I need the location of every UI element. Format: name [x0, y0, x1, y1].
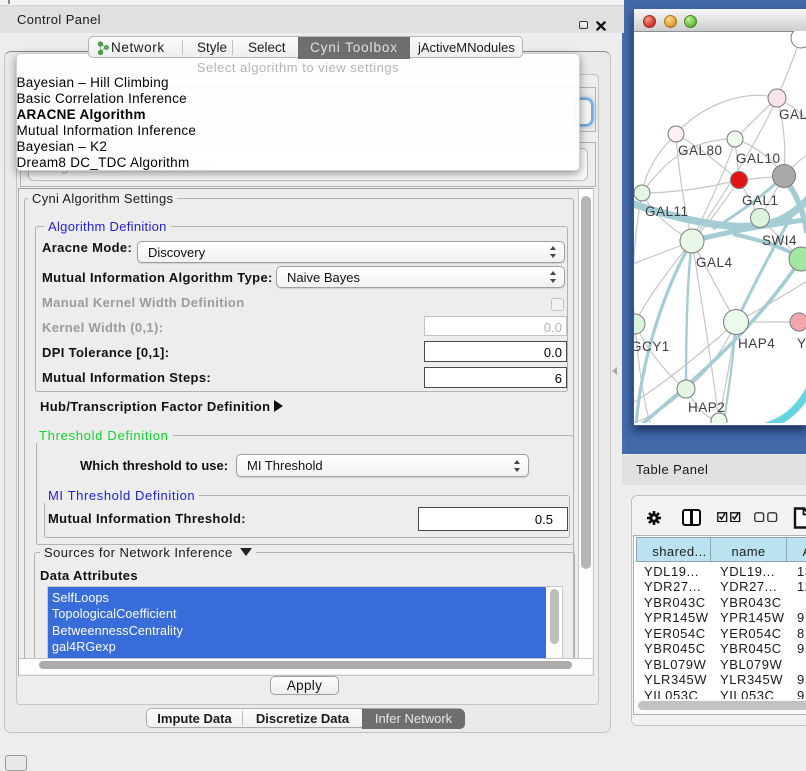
svg-text:SWI4: SWI4 — [762, 233, 797, 248]
svg-text:GAL11: GAL11 — [645, 204, 689, 219]
svg-text:Y: Y — [797, 336, 806, 351]
svg-text:HAP4: HAP4 — [738, 336, 775, 351]
svg-text:GAL4: GAL4 — [696, 255, 733, 270]
svg-text:GAL1: GAL1 — [742, 193, 779, 208]
svg-text:GAL10: GAL10 — [736, 151, 781, 166]
svg-text:HAP2: HAP2 — [688, 400, 725, 415]
svg-text:GAL7: GAL7 — [779, 107, 806, 122]
svg-text:GCY1: GCY1 — [634, 339, 669, 354]
svg-text:GAL80: GAL80 — [678, 143, 723, 158]
